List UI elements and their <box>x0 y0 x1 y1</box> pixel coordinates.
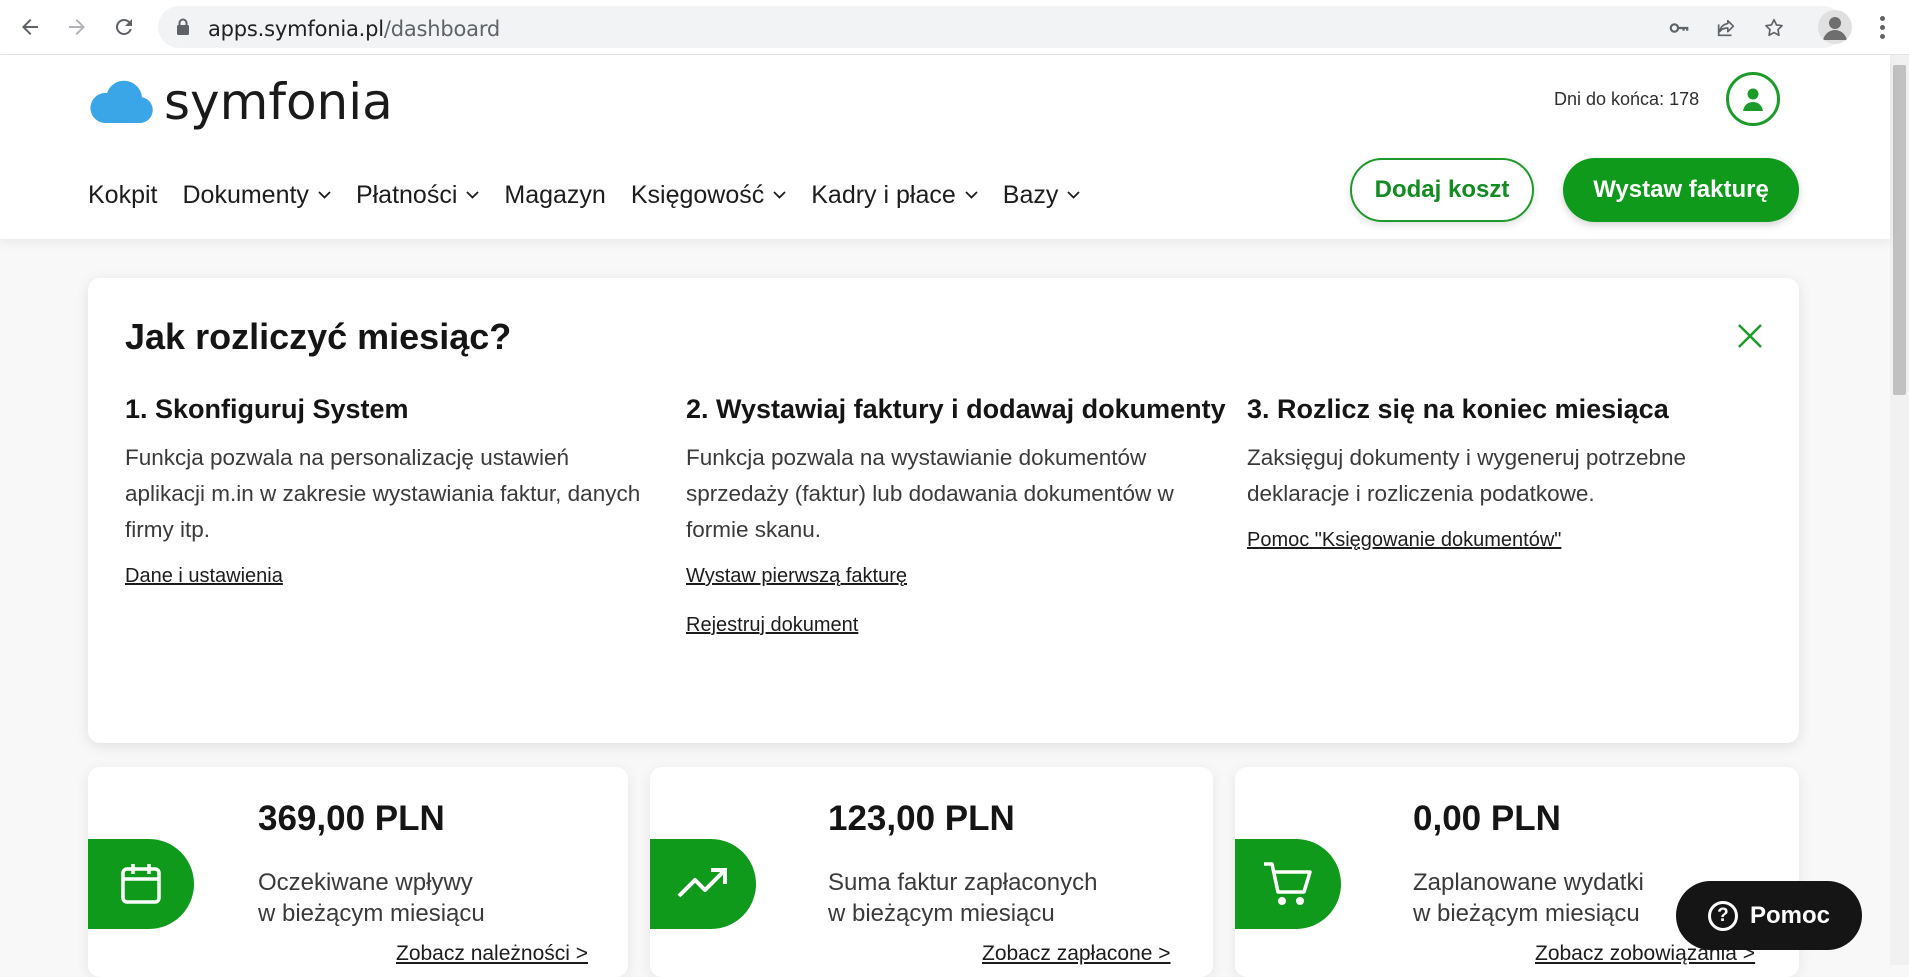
guide-step-2: 2. Wystawiaj faktury i dodawaj dokumenty… <box>686 391 1226 663</box>
stat-label: Suma faktur zapłaconych w bieżącym miesią… <box>828 869 1098 927</box>
trend-up-icon <box>650 839 756 929</box>
user-account-button[interactable] <box>1726 72 1780 126</box>
reload-icon <box>115 18 132 35</box>
nav-item-kadry-i-place[interactable]: Kadry i płace <box>811 181 978 210</box>
stat-label: Oczekiwane wpływy w bieżącym miesiącu <box>258 869 485 927</box>
guide-step-3: 3. Rozlicz się na koniec miesiąca Zaksię… <box>1247 391 1767 578</box>
step-description: Funkcja pozwala na personalizację ustawi… <box>125 445 641 542</box>
posting-help-link[interactable]: Pomoc "Księgowanie dokumentów" <box>1247 529 1767 552</box>
add-cost-button[interactable]: Dodaj koszt <box>1350 158 1534 222</box>
key-icon[interactable] <box>1666 15 1692 41</box>
address-bar[interactable]: apps.symfonia.pl/dashboard <box>158 6 1844 48</box>
bookmark-star-icon[interactable] <box>1761 15 1787 41</box>
browser-toolbar: apps.symfonia.pl/dashboard <box>0 0 1909 55</box>
guide-step-1: 1. Skonfiguruj System Funkcja pozwala na… <box>125 391 645 614</box>
days-left-text: Dni do końca: 178 <box>1554 89 1700 109</box>
step-description: Zaksięguj dokumenty i wygeneruj potrzebn… <box>1247 445 1686 506</box>
stat-card-paid-invoices: 123,00 PLN Suma faktur zapłaconych w bież… <box>650 767 1213 977</box>
lock-icon <box>176 18 190 41</box>
share-icon[interactable] <box>1713 15 1739 41</box>
page-scrollbar[interactable] <box>1890 55 1909 965</box>
issue-first-invoice-link[interactable]: Wystaw pierwszą fakturę <box>686 565 1226 588</box>
cart-icon <box>1235 839 1341 929</box>
back-button[interactable] <box>12 9 48 45</box>
cloud-icon <box>90 80 153 123</box>
forward-button[interactable] <box>59 9 95 45</box>
step-title: 1. Skonfiguruj System <box>125 394 409 424</box>
nav-item-dokumenty[interactable]: Dokumenty <box>182 181 331 210</box>
nav-item-bazy[interactable]: Bazy <box>1003 181 1081 210</box>
app-header: symfonia Dni do końca: 178 Kokpit Dokume… <box>0 55 1890 239</box>
close-guide-button[interactable] <box>1734 320 1766 352</box>
browser-menu-icon[interactable] <box>1870 12 1894 42</box>
user-icon <box>1743 88 1763 111</box>
view-paid-link[interactable]: Zobacz zapłacone > <box>982 942 1171 966</box>
stat-amount: 123,00 PLN <box>828 799 1015 838</box>
question-icon: ? <box>1707 900 1738 931</box>
stat-amount: 0,00 PLN <box>1413 799 1561 838</box>
person-icon <box>1823 17 1847 40</box>
chevron-down-icon <box>1067 191 1081 199</box>
arrow-right-icon <box>69 19 85 35</box>
nav-item-ksiegowosc[interactable]: Księgowość <box>631 181 786 210</box>
nav-item-platnosci[interactable]: Płatności <box>356 181 480 210</box>
reload-button[interactable] <box>106 9 142 45</box>
step-title: 2. Wystawiaj faktury i dodawaj dokumenty <box>686 394 1226 424</box>
monthly-settlement-guide: Jak rozliczyć miesiąc? 1. Skonfiguruj Sy… <box>88 278 1799 743</box>
settings-link[interactable]: Dane i ustawienia <box>125 565 645 588</box>
url-text: apps.symfonia.pl/dashboard <box>208 17 501 41</box>
guide-title: Jak rozliczyć miesiąc? <box>125 316 512 357</box>
chevron-down-icon <box>318 191 331 199</box>
arrow-left-icon <box>22 19 38 35</box>
main-navigation: Kokpit Dokumenty Płatności Magazyn Księg… <box>88 175 1105 215</box>
nav-item-magazyn[interactable]: Magazyn <box>504 181 605 210</box>
scrollbar-thumb[interactable] <box>1893 65 1906 395</box>
chevron-down-icon <box>773 191 786 199</box>
step-title: 3. Rozlicz się na koniec miesiąca <box>1247 394 1669 424</box>
stat-card-expected-income: 369,00 PLN Oczekiwane wpływy w bieżącym m… <box>88 767 628 977</box>
issue-invoice-button[interactable]: Wystaw fakturę <box>1563 158 1799 222</box>
help-button[interactable]: ? Pomoc <box>1676 881 1862 950</box>
close-icon <box>1738 324 1762 348</box>
chevron-down-icon <box>466 191 480 199</box>
browser-profile-button[interactable] <box>1818 10 1852 44</box>
step-description: Funkcja pozwala na wystawianie dokumentó… <box>686 445 1174 542</box>
calendar-icon <box>88 839 194 929</box>
stat-amount: 369,00 PLN <box>258 799 445 838</box>
chevron-down-icon <box>965 191 978 199</box>
view-receivables-link[interactable]: Zobacz należności > <box>396 942 588 966</box>
stat-label: Zaplanowane wydatki w bieżącym miesiącu <box>1413 869 1644 927</box>
nav-item-kokpit[interactable]: Kokpit <box>88 181 157 210</box>
symfonia-logo[interactable]: symfonia <box>88 73 393 131</box>
register-document-link[interactable]: Rejestruj dokument <box>686 614 1226 637</box>
